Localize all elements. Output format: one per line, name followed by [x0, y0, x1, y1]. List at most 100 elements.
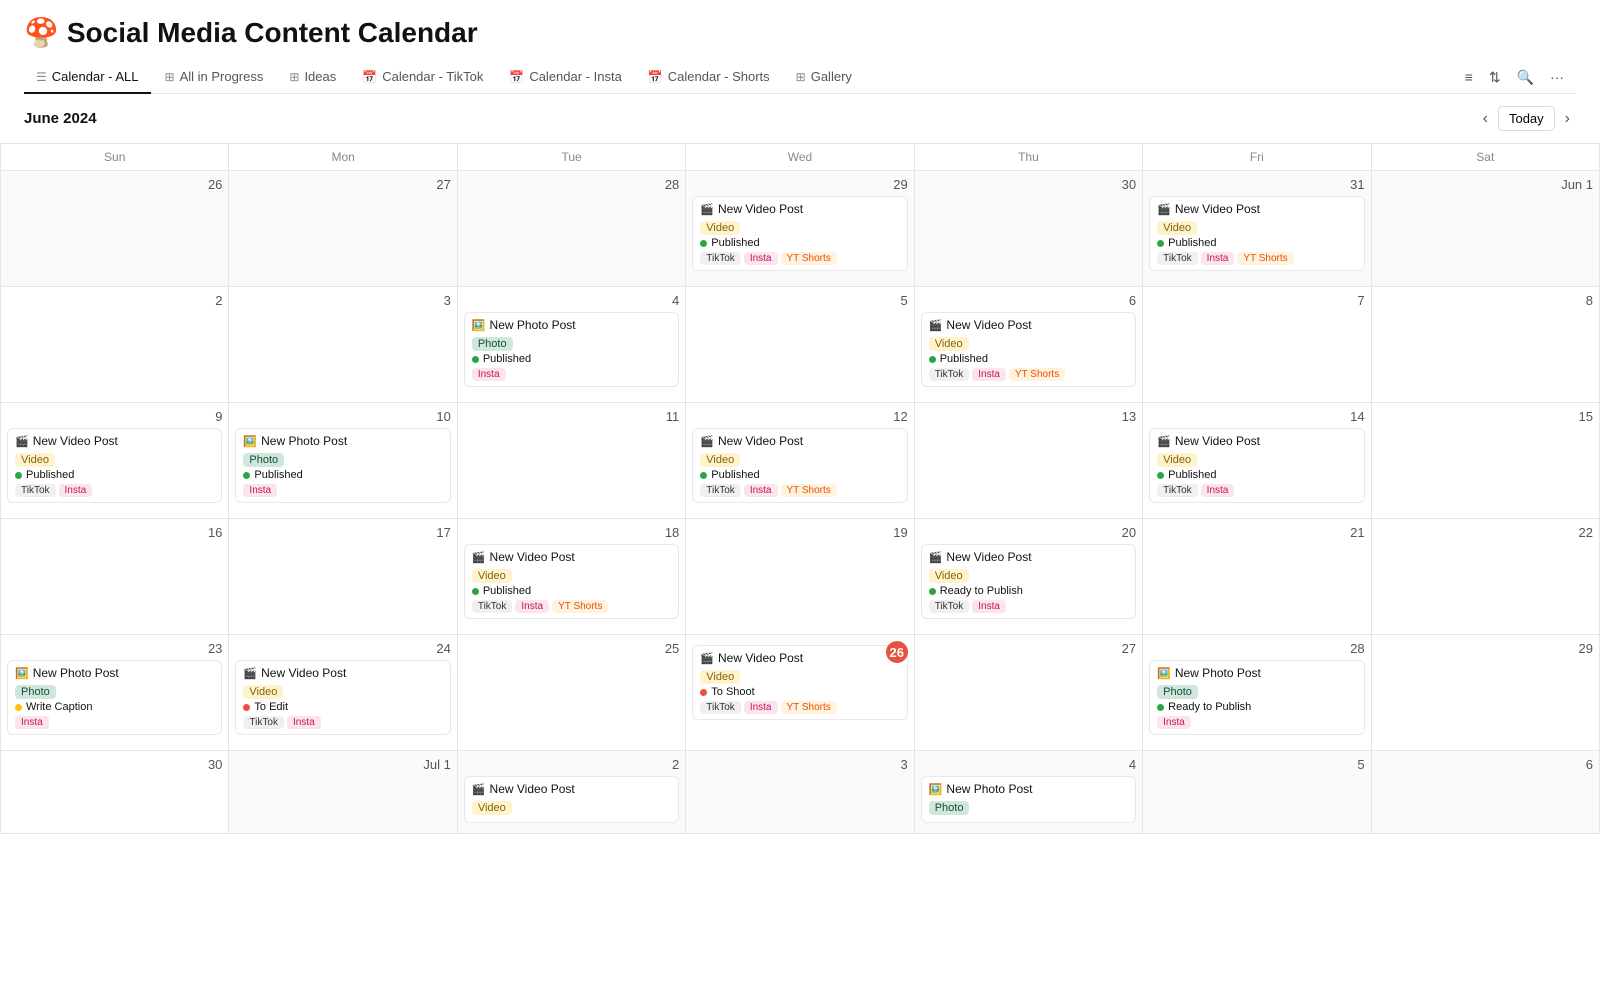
event-card[interactable]: 🎬 New Video Post Video Published TikTokI… [921, 312, 1136, 387]
platform-tags: Insta [1157, 716, 1356, 729]
cell-date: 28 [464, 177, 679, 192]
tab-all-in-progress[interactable]: ⊞ All in Progress [153, 61, 276, 94]
event-card[interactable]: 🎬 New Video Post Video Published TikTokI… [464, 544, 679, 619]
calendar-cell[interactable]: 16 [1, 519, 229, 634]
event-card[interactable]: 🖼️ New Photo Post Photo Published Insta [235, 428, 450, 503]
calendar-cell[interactable]: 29 [1372, 635, 1600, 750]
event-card[interactable]: 🖼️ New Photo Post Photo Published Insta [464, 312, 679, 387]
calendar-grid: Sun Mon Tue Wed Thu Fri Sat 26272829 🎬 N… [0, 143, 1600, 834]
calendar-cell[interactable]: 20 🎬 New Video Post Video Ready to Publi… [915, 519, 1143, 634]
tab-gallery[interactable]: ⊞ Gallery [784, 61, 864, 94]
today-button[interactable]: Today [1498, 106, 1555, 131]
event-emoji: 🎬 [929, 319, 943, 332]
tab-calendar-tiktok[interactable]: 📅 Calendar - TikTok [350, 61, 495, 94]
event-card[interactable]: 🖼️ New Photo Post Photo Ready to Publish… [1149, 660, 1364, 735]
filter-button[interactable]: ≡ [1461, 65, 1477, 89]
event-card[interactable]: 🖼️ New Photo Post Photo Write Caption In… [7, 660, 222, 735]
calendar-cell[interactable]: 29 🎬 New Video Post Video Published TikT… [686, 171, 914, 286]
calendar-cell[interactable]: Jul 1 [229, 751, 457, 834]
event-status-text: Published [1168, 469, 1216, 481]
event-title-text: New Photo Post [946, 782, 1032, 796]
calendar-cell[interactable]: 28 [458, 171, 686, 286]
event-card[interactable]: 🎬 New Video Post Video Published TikTokI… [692, 428, 907, 503]
calendar-cell[interactable]: 14 🎬 New Video Post Video Published TikT… [1143, 403, 1371, 518]
calendar-cell[interactable]: 30 [915, 171, 1143, 286]
calendar-cell[interactable]: 11 [458, 403, 686, 518]
prev-month-button[interactable]: ‹ [1477, 108, 1494, 130]
calendar-cell[interactable]: 10 🖼️ New Photo Post Photo Published Ins… [229, 403, 457, 518]
platform-tag: TikTok [15, 484, 56, 497]
event-card[interactable]: 🎬 New Video Post Video Published TikTokI… [692, 196, 907, 271]
calendar-cell[interactable]: 3 [686, 751, 914, 834]
calendar-cell[interactable]: 6 [1372, 751, 1600, 834]
calendar-cell[interactable]: 21 [1143, 519, 1371, 634]
event-title: 🎬 New Video Post [929, 318, 1128, 332]
event-card[interactable]: 🎬 New Video Post Video Published TikTokI… [7, 428, 222, 503]
calendar-cell[interactable]: 9 🎬 New Video Post Video Published TikTo… [1, 403, 229, 518]
calendar-cell[interactable]: 26 🎬 New Video Post Video To Shoot TikTo… [686, 635, 914, 750]
event-card[interactable]: 🎬 New Video Post Video Published TikTokI… [1149, 428, 1364, 503]
calendar-cell[interactable]: 18 🎬 New Video Post Video Published TikT… [458, 519, 686, 634]
calendar-cell[interactable]: 12 🎬 New Video Post Video Published TikT… [686, 403, 914, 518]
calendar-cell[interactable]: 19 [686, 519, 914, 634]
sort-button[interactable]: ⇅ [1485, 65, 1505, 90]
calendar-cell[interactable]: 24 🎬 New Video Post Video To Edit TikTok… [229, 635, 457, 750]
tab-calendar-shorts[interactable]: 📅 Calendar - Shorts [636, 61, 782, 94]
calendar-cell[interactable]: Jun 1 [1372, 171, 1600, 286]
calendar-cell[interactable]: 25 [458, 635, 686, 750]
calendar-cell[interactable]: 31 🎬 New Video Post Video Published TikT… [1143, 171, 1371, 286]
event-title-text: New Video Post [490, 782, 575, 796]
event-card[interactable]: 🎬 New Video Post Video To Edit TikTokIns… [235, 660, 450, 735]
calendar-cell[interactable]: 22 [1372, 519, 1600, 634]
event-title-text: New Video Post [1175, 202, 1260, 216]
event-card[interactable]: 🎬 New Video Post Video Published TikTokI… [1149, 196, 1364, 271]
calendar-cell[interactable]: 4 🖼️ New Photo Post Photo [915, 751, 1143, 834]
event-type-tag: Video [929, 569, 969, 583]
next-month-button[interactable]: › [1559, 108, 1576, 130]
calendar-cell[interactable]: 7 [1143, 287, 1371, 402]
tab-ideas[interactable]: ⊞ Ideas [277, 61, 348, 94]
cell-date: 11 [464, 409, 679, 424]
calendar-cell[interactable]: 17 [229, 519, 457, 634]
platform-tag: TikTok [700, 484, 741, 497]
calendar-cell[interactable]: 23 🖼️ New Photo Post Photo Write Caption… [1, 635, 229, 750]
search-button[interactable]: 🔍 [1513, 65, 1538, 90]
event-card[interactable]: 🎬 New Video Post Video Ready to Publish … [921, 544, 1136, 619]
event-type-tag: Video [472, 569, 512, 583]
calendar-cell[interactable]: 4 🖼️ New Photo Post Photo Published Inst… [458, 287, 686, 402]
event-status-row: Published [700, 237, 899, 249]
tab-icon-calendar-shorts: 📅 [648, 70, 663, 84]
calendar-cell[interactable]: 6 🎬 New Video Post Video Published TikTo… [915, 287, 1143, 402]
event-type-tag: Video [472, 801, 512, 815]
tab-calendar-all[interactable]: ☰ Calendar - ALL [24, 61, 151, 94]
calendar-cell[interactable]: 5 [686, 287, 914, 402]
calendar-week: 234 🖼️ New Photo Post Photo Published In… [0, 286, 1600, 402]
event-title: 🎬 New Video Post [700, 434, 899, 448]
calendar-cell[interactable]: 15 [1372, 403, 1600, 518]
event-card[interactable]: 🎬 New Video Post Video [464, 776, 679, 823]
tab-calendar-insta[interactable]: 📅 Calendar - Insta [497, 61, 633, 94]
calendar-cell[interactable]: 13 [915, 403, 1143, 518]
platform-tag: Insta [287, 716, 321, 729]
calendar-cell[interactable]: 3 [229, 287, 457, 402]
calendar-cell[interactable]: 2 [1, 287, 229, 402]
event-card[interactable]: 🖼️ New Photo Post Photo [921, 776, 1136, 823]
calendar-cell[interactable]: 8 [1372, 287, 1600, 402]
status-dot [700, 689, 707, 696]
calendar-cell[interactable]: 30 [1, 751, 229, 834]
calendar-cell[interactable]: 26 [1, 171, 229, 286]
event-card[interactable]: 🎬 New Video Post Video To Shoot TikTokIn… [692, 645, 907, 720]
event-status-text: Published [483, 353, 531, 365]
cell-date: 30 [7, 757, 222, 772]
tab-label-ideas: Ideas [304, 69, 336, 84]
event-title: 🎬 New Video Post [1157, 434, 1356, 448]
more-button[interactable]: ··· [1546, 65, 1568, 89]
calendar-cell[interactable]: 27 [915, 635, 1143, 750]
calendar-cell[interactable]: 28 🖼️ New Photo Post Photo Ready to Publ… [1143, 635, 1371, 750]
calendar-cell[interactable]: 27 [229, 171, 457, 286]
calendar-cell[interactable]: 2 🎬 New Video Post Video [458, 751, 686, 834]
platform-tags: TikTokInstaYT Shorts [929, 368, 1128, 381]
event-type-tag: Video [929, 337, 969, 351]
cell-date: 25 [464, 641, 679, 656]
calendar-cell[interactable]: 5 [1143, 751, 1371, 834]
